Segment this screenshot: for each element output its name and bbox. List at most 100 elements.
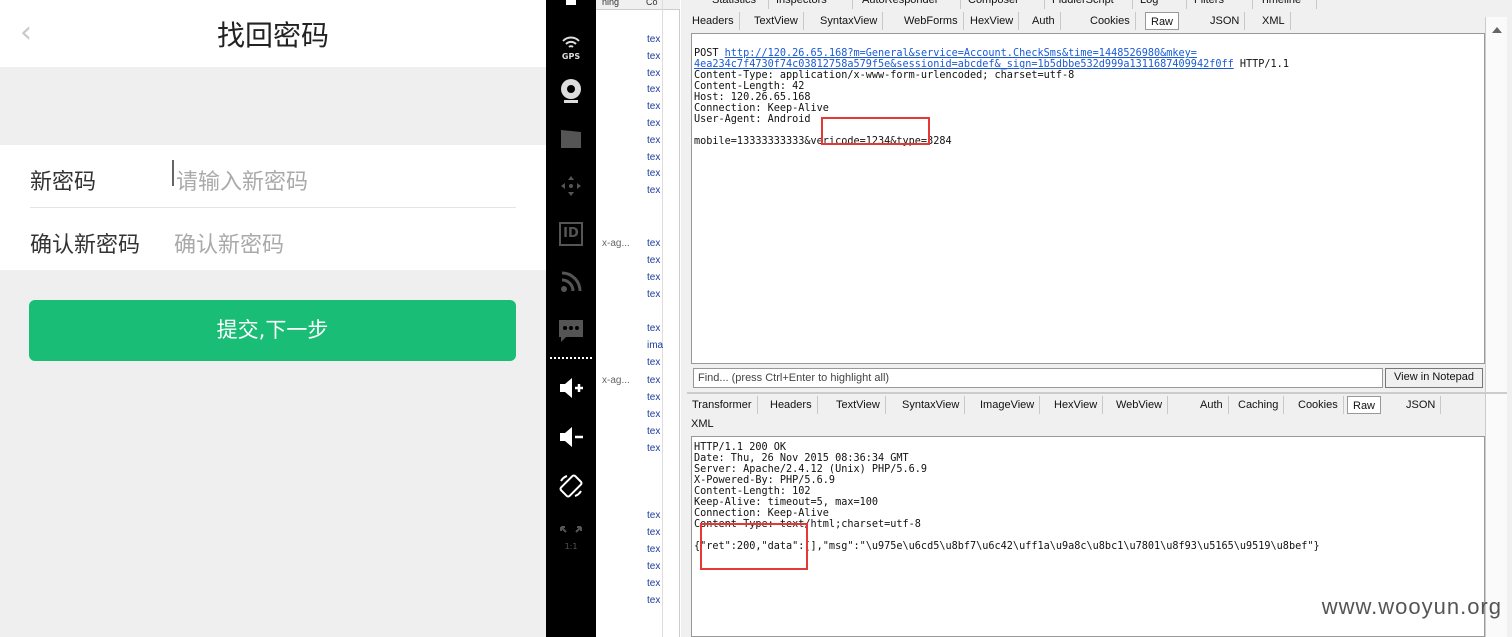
session-row[interactable]: x-ag...: [602, 375, 630, 386]
splitter[interactable]: [687, 392, 1507, 394]
top-tab-fiddlerscript[interactable]: FiddlerScript: [1047, 0, 1133, 9]
session-row[interactable]: tex: [647, 409, 660, 420]
scroll-up-icon[interactable]: [1492, 27, 1502, 33]
find-input[interactable]: Find... (press Ctrl+Enter to highlight a…: [693, 368, 1383, 388]
request-tab-json[interactable]: JSON: [1205, 12, 1246, 30]
response-tab-json[interactable]: JSON: [1401, 396, 1442, 414]
scrollbar[interactable]: [1485, 17, 1507, 637]
column-divider: [662, 0, 663, 637]
session-row[interactable]: tex: [647, 578, 660, 589]
top-tab-log[interactable]: Log: [1135, 0, 1187, 9]
scale-icon[interactable]: 1:1: [546, 518, 596, 551]
session-row[interactable]: tex: [647, 510, 660, 521]
session-row[interactable]: tex: [647, 289, 660, 300]
top-tab-statistics[interactable]: Statistics: [707, 0, 769, 9]
toolbar-divider: [550, 357, 592, 359]
request-tab-textview[interactable]: TextView: [749, 12, 804, 30]
response-tab-auth[interactable]: Auth: [1195, 396, 1229, 414]
new-password-label: 新密码: [30, 170, 97, 195]
emulator-toolbar: GPS ID 1:1: [546, 0, 596, 637]
video-icon[interactable]: [546, 128, 596, 156]
response-tab-textview[interactable]: TextView: [831, 396, 886, 414]
sessions-list: ning Co tex tex tex tex tex tex tex tex tex tex x-…: [596, 0, 680, 637]
session-row[interactable]: tex: [647, 375, 660, 386]
session-row[interactable]: tex: [647, 527, 660, 538]
top-tab-inspectors[interactable]: Inspectors: [771, 0, 853, 9]
session-row[interactable]: tex: [647, 152, 660, 163]
session-row[interactable]: tex: [647, 68, 660, 79]
response-tab-webview[interactable]: WebView: [1111, 396, 1169, 414]
session-row[interactable]: tex: [647, 544, 660, 555]
phone-screen: ‹ 找回密码 新密码 请输入新密码 确认新密码 确认新密码 提交,下一步: [0, 0, 546, 637]
response-tab-hexview[interactable]: HexView: [1049, 396, 1104, 414]
ratio-label: 1:1: [564, 542, 578, 551]
session-row[interactable]: tex: [647, 84, 660, 95]
session-row[interactable]: tex: [647, 323, 660, 334]
request-tab-syntaxview[interactable]: SyntaxView: [815, 12, 884, 30]
confirm-password-input[interactable]: 确认新密码: [174, 227, 284, 259]
response-tab-cookies[interactable]: Cookies: [1293, 396, 1344, 414]
session-row[interactable]: tex: [647, 51, 660, 62]
response-tab-imageview[interactable]: ImageView: [975, 396, 1041, 414]
id-icon[interactable]: ID: [559, 222, 583, 246]
new-password-input[interactable]: 请输入新密码: [176, 164, 308, 196]
confirm-password-label: 确认新密码: [30, 233, 141, 258]
sms-icon[interactable]: [546, 318, 596, 350]
rotate-icon[interactable]: [546, 473, 596, 505]
request-tab-cookies[interactable]: Cookies: [1085, 12, 1136, 30]
request-tab-headers[interactable]: Headers: [687, 12, 740, 30]
top-tab-filters[interactable]: Filters: [1189, 0, 1253, 9]
session-row[interactable]: tex: [647, 357, 660, 368]
session-row[interactable]: tex: [647, 185, 660, 196]
response-tab-transformer[interactable]: Transformer: [687, 396, 758, 414]
session-row[interactable]: x-ag...: [602, 238, 630, 249]
session-row[interactable]: tex: [647, 34, 660, 45]
session-row[interactable]: tex: [647, 118, 660, 129]
session-row[interactable]: tex: [647, 168, 660, 179]
sessions-header: ning Co: [596, 0, 680, 10]
request-tab-auth[interactable]: Auth: [1027, 12, 1061, 30]
request-raw-view[interactable]: POST http://120.26.65.168?m=General&serv…: [691, 33, 1485, 364]
col-header[interactable]: ning: [602, 0, 619, 7]
page-title: 找回密码: [216, 19, 329, 52]
title-bar: ‹ 找回密码: [0, 0, 546, 67]
gps-label: GPS: [561, 52, 581, 61]
response-tab-headers[interactable]: Headers: [765, 396, 818, 414]
session-row[interactable]: tex: [647, 101, 660, 112]
request-url[interactable]: http://120.26.65.168?m=General&service=A…: [725, 48, 1197, 59]
session-row[interactable]: tex: [647, 238, 660, 249]
session-row[interactable]: tex: [647, 255, 660, 266]
gps-icon[interactable]: GPS: [546, 30, 596, 61]
response-tab-raw[interactable]: Raw: [1347, 396, 1382, 414]
session-row[interactable]: tex: [647, 426, 660, 437]
top-tab-timeline[interactable]: Timeline: [1255, 0, 1317, 9]
session-row[interactable]: tex: [647, 392, 660, 403]
volume-down-icon[interactable]: [546, 426, 596, 454]
request-url-cont[interactable]: 4ea234c7f4730f74c03812758a579f5e&session…: [694, 59, 1234, 70]
top-tab-autoresponder[interactable]: AutoResponder: [857, 0, 961, 9]
col-header[interactable]: Co: [646, 0, 658, 7]
session-row[interactable]: tex: [647, 443, 660, 454]
session-row[interactable]: tex: [647, 272, 660, 283]
request-tab-hexview[interactable]: HexView: [965, 12, 1020, 30]
camera-icon[interactable]: [546, 78, 596, 110]
response-tab-caching[interactable]: Caching: [1233, 396, 1285, 414]
session-row[interactable]: tex: [647, 561, 660, 572]
inspector-panel: Statistics Inspectors AutoResponder Compose…: [681, 0, 1512, 637]
session-row[interactable]: tex: [647, 595, 660, 606]
volume-up-icon[interactable]: [546, 377, 596, 405]
request-tab-xml[interactable]: XML: [1257, 12, 1291, 30]
dpad-icon[interactable]: [546, 174, 596, 204]
request-tab-webforms[interactable]: WebForms: [899, 12, 964, 30]
session-row[interactable]: ima: [647, 340, 663, 351]
view-in-notepad-button[interactable]: View in Notepad: [1385, 368, 1483, 388]
rss-icon[interactable]: [546, 270, 596, 300]
request-tab-raw[interactable]: Raw: [1145, 12, 1180, 30]
response-tab-syntaxview[interactable]: SyntaxView: [897, 396, 966, 414]
session-row[interactable]: tex: [647, 135, 660, 146]
submit-button[interactable]: 提交,下一步: [29, 300, 516, 361]
response-tab-xml[interactable]: XML: [691, 418, 714, 430]
top-tab-composer[interactable]: Composer: [963, 0, 1045, 9]
id-label: ID: [563, 226, 579, 241]
response-header: Connection: Keep-Alive: [694, 508, 829, 519]
